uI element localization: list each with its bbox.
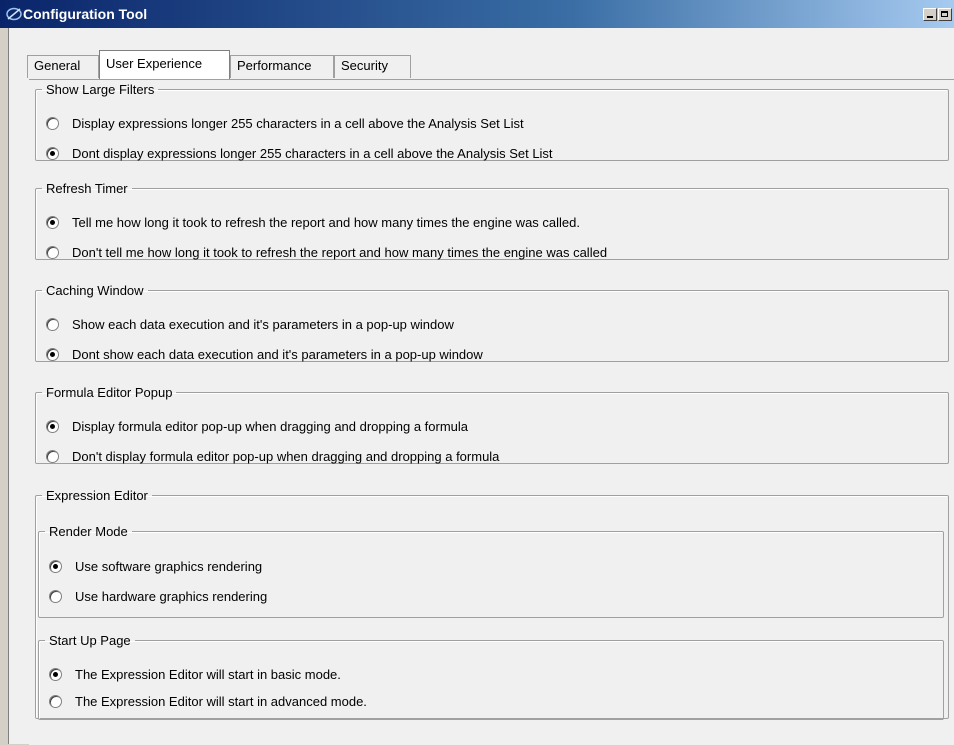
window-title: Configuration Tool [23,6,148,22]
radio-button[interactable] [46,318,59,331]
user-experience-panel: Show Large Filters Display expressions l… [29,79,954,745]
tab-performance[interactable]: Performance [230,55,334,78]
tab-security[interactable]: Security [334,55,411,78]
group-title: Show Large Filters [46,82,155,97]
group-caching-window: Caching Window Show each data execution … [35,283,949,362]
option-label: Don't display formula editor pop-up when… [72,449,500,464]
group-title: Caching Window [46,283,144,298]
radio-button[interactable] [49,590,62,603]
option-label: Dont display expressions longer 255 char… [72,146,553,161]
option-label: Use software graphics rendering [75,559,263,574]
tab-user-experience[interactable]: User Experience [99,50,230,79]
option-label: Don't tell me how long it took to refres… [72,245,608,260]
radio-button[interactable] [49,560,62,573]
group-title: Start Up Page [49,633,131,648]
tab-general[interactable]: General [27,55,99,78]
option-label: Show each data execution and it's parame… [72,317,454,332]
option-label: The Expression Editor will start in basi… [75,667,341,682]
radio-button[interactable] [49,695,62,708]
option-label: Use hardware graphics rendering [75,589,268,604]
group-title: Refresh Timer [46,181,128,196]
radio-button[interactable] [46,450,59,463]
group-formula-editor-popup: Formula Editor Popup Display formula edi… [35,385,949,464]
radio-button[interactable] [46,246,59,259]
minimize-button[interactable] [923,8,937,21]
group-render-mode: Render Mode Use software graphics render… [38,524,944,618]
radio-button[interactable] [46,147,59,160]
option-label: Display formula editor pop-up when dragg… [72,419,469,434]
window-client-area: General User Experience Performance Secu… [8,28,954,745]
title-bar[interactable]: Configuration Tool [0,0,954,28]
group-show-large-filters: Show Large Filters Display expressions l… [35,82,949,161]
group-title: Formula Editor Popup [46,385,173,400]
maximize-button[interactable] [938,8,952,21]
option-label: Display expressions longer 255 character… [72,116,524,131]
group-start-up-page: Start Up Page The Expression Editor will… [38,633,944,720]
radio-button[interactable] [46,420,59,433]
option-label: Tell me how long it took to refresh the … [72,215,580,230]
radio-button[interactable] [46,117,59,130]
option-label: The Expression Editor will start in adva… [75,694,367,709]
group-refresh-timer: Refresh Timer Tell me how long it took t… [35,181,949,260]
app-icon [6,7,22,21]
radio-button[interactable] [49,668,62,681]
group-title: Render Mode [49,524,128,539]
radio-button[interactable] [46,216,59,229]
group-expression-editor: Expression Editor Render Mode Use softwa… [35,488,949,720]
radio-button[interactable] [46,348,59,361]
group-title: Expression Editor [46,488,148,503]
option-label: Dont show each data execution and it's p… [72,347,483,362]
